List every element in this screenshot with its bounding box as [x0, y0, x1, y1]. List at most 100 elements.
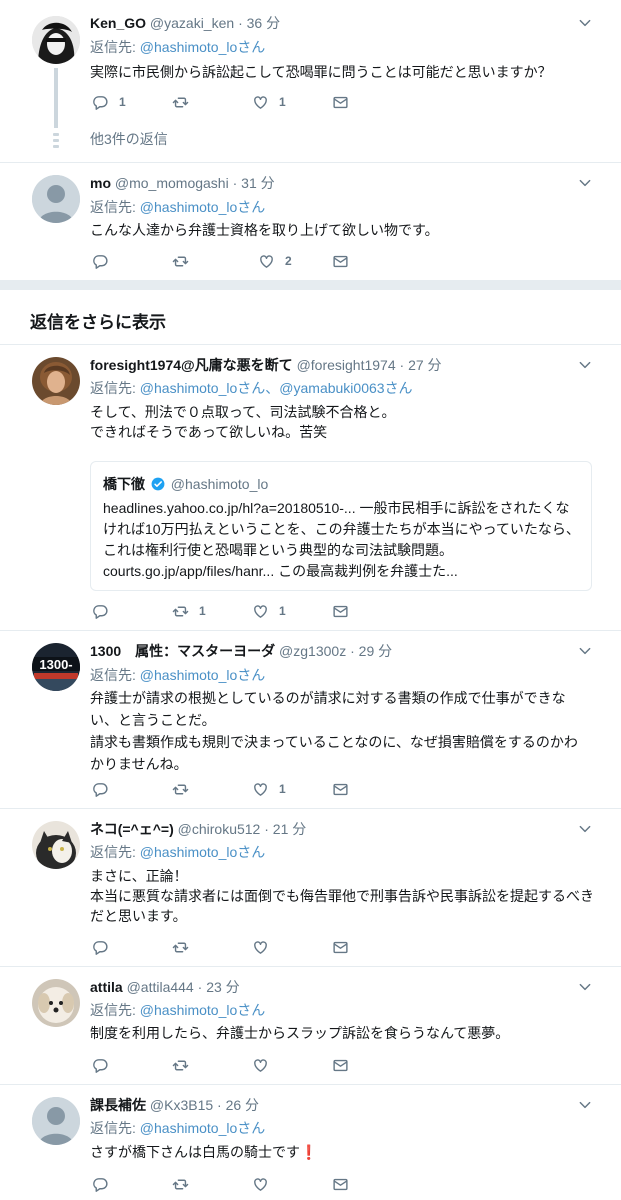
tweet-header: ネコ(=^ェ^=) @chiroku512 · 21 分 [90, 820, 306, 838]
reply-button[interactable] [92, 1056, 119, 1074]
reply-context-link[interactable]: @hashimoto_lo [140, 199, 238, 215]
user-handle[interactable]: @chiroku512 [178, 821, 261, 837]
avatar[interactable] [32, 16, 80, 64]
timestamp[interactable]: 31 分 [241, 175, 274, 191]
like-button[interactable]: 1 [252, 93, 286, 111]
reply-context-link[interactable]: @hashimoto_lo [140, 1120, 238, 1136]
reply-button[interactable] [92, 602, 119, 620]
tweet-item[interactable]: foresight1974@凡庸な悪を断て @foresight1974 · 2… [0, 345, 621, 629]
display-name[interactable]: mo [90, 175, 111, 191]
tweet-actions [92, 1175, 352, 1193]
dm-button[interactable] [332, 602, 349, 620]
retweet-button[interactable]: 1 [172, 602, 206, 620]
display-name[interactable]: attila [90, 979, 123, 995]
display-name[interactable]: 課長補佐 [90, 1097, 146, 1113]
reply-icon [92, 253, 109, 270]
avatar[interactable] [32, 357, 80, 405]
reply-context-link[interactable]: @hashimoto_lo [140, 1002, 238, 1018]
dm-button[interactable] [332, 1175, 349, 1193]
retweet-button[interactable] [172, 780, 199, 798]
like-count: 1 [279, 95, 286, 109]
avatar[interactable] [32, 1097, 80, 1145]
timestamp[interactable]: 23 分 [206, 979, 239, 995]
caret-down-icon[interactable] [578, 644, 592, 658]
like-button[interactable] [252, 1056, 279, 1074]
section-gap [0, 280, 621, 290]
quoted-tweet-header: 橋下徹 @hashimoto_lo [103, 474, 268, 494]
user-handle[interactable]: @mo_momogashi [115, 175, 229, 191]
show-more-replies-heading[interactable]: 返信をさらに表示 [30, 308, 166, 333]
user-handle[interactable]: @Kx3B15 [150, 1097, 213, 1113]
reply-context-link[interactable]: @hashimoto_lo [140, 39, 238, 55]
dm-button[interactable] [332, 938, 349, 956]
like-button[interactable]: 2 [258, 252, 292, 270]
reply-context-prefix: 返信先: [90, 380, 140, 396]
caret-down-icon[interactable] [578, 16, 592, 30]
user-handle[interactable]: @yazaki_ken [150, 15, 234, 31]
reply-context-link[interactable]: @hashimoto_lo [140, 667, 238, 683]
caret-down-icon[interactable] [578, 980, 592, 994]
tweet-item[interactable]: ネコ(=^ェ^=) @chiroku512 · 21 分 返信先: @hashi… [0, 809, 621, 965]
retweet-count: 1 [199, 604, 206, 618]
retweet-button[interactable] [172, 252, 199, 270]
tweet-item[interactable]: attila @attila444 · 23 分 返信先: @hashimoto… [0, 967, 621, 1083]
tweet-header: Ken_GO @yazaki_ken · 36 分 [90, 14, 280, 32]
reply-context-suffix: さん [237, 199, 266, 215]
avatar[interactable]: 1300- [32, 643, 80, 691]
retweet-button[interactable] [172, 1056, 199, 1074]
like-button[interactable] [252, 938, 279, 956]
reply-button[interactable] [92, 780, 119, 798]
display-name[interactable]: 1300 属性：マスターヨーダ [90, 643, 275, 659]
user-handle[interactable]: @foresight1974 [297, 357, 396, 373]
timestamp[interactable]: 21 分 [273, 821, 306, 837]
like-button[interactable]: 1 [252, 602, 286, 620]
reply-button[interactable] [92, 252, 119, 270]
display-name[interactable]: foresight1974@凡庸な悪を断て [90, 357, 293, 373]
reply-button[interactable]: 1 [92, 93, 126, 111]
avatar[interactable] [32, 979, 80, 1027]
reply-context-link-2[interactable]: @yamabuki0063 [279, 380, 384, 396]
reply-button[interactable] [92, 938, 119, 956]
timestamp[interactable]: 26 分 [226, 1097, 259, 1113]
reply-icon [92, 94, 109, 111]
more-replies-link[interactable]: 他3件の返信 [90, 129, 168, 149]
avatar[interactable] [32, 821, 80, 869]
like-button[interactable]: 1 [252, 780, 286, 798]
dm-button[interactable] [332, 93, 349, 111]
reply-context-link[interactable]: @hashimoto_lo [140, 380, 238, 396]
quoted-tweet[interactable]: 橋下徹 @hashimoto_lo headlines.yahoo.co.jp/… [90, 461, 592, 591]
user-handle[interactable]: @attila444 [127, 979, 194, 995]
display-name[interactable]: Ken_GO [90, 15, 146, 31]
like-button[interactable] [252, 1175, 279, 1193]
tweet-item[interactable]: 課長補佐 @Kx3B15 · 26 分 返信先: @hashimoto_loさん… [0, 1085, 621, 1200]
reply-button[interactable] [92, 1175, 119, 1193]
user-handle[interactable]: @zg1300z [279, 643, 346, 659]
caret-down-icon[interactable] [578, 176, 592, 190]
separator-dot: · [197, 979, 203, 995]
display-name[interactable]: ネコ(=^ェ^=) [90, 821, 174, 837]
tweet-item[interactable]: Ken_GO @yazaki_ken · 36 分 返信先: @hashimot… [0, 0, 621, 162]
caret-down-icon[interactable] [578, 1098, 592, 1112]
timestamp[interactable]: 27 分 [408, 357, 441, 373]
dm-button[interactable] [332, 252, 349, 270]
tweet-item[interactable]: 1300- 1300 属性：マスターヨーダ @zg1300z · 29 分 返信… [0, 631, 621, 807]
quoted-user-handle: @hashimoto_lo [170, 476, 269, 492]
retweet-button[interactable] [172, 1175, 199, 1193]
dm-button[interactable] [332, 1056, 349, 1074]
separator-dot: · [399, 357, 405, 373]
caret-down-icon[interactable] [578, 358, 592, 372]
reply-context-link[interactable]: @hashimoto_lo [140, 844, 238, 860]
dm-button[interactable] [332, 780, 349, 798]
timestamp[interactable]: 36 分 [247, 15, 280, 31]
timestamp[interactable]: 29 分 [359, 643, 392, 659]
reply-icon [92, 939, 109, 956]
tweet-actions: 1 1 [92, 602, 352, 620]
caret-down-icon[interactable] [578, 822, 592, 836]
retweet-button[interactable] [172, 938, 199, 956]
tweet-actions: 1 1 [92, 93, 352, 111]
reply-context-suffix: さん [237, 844, 266, 860]
reply-context-prefix: 返信先: [90, 199, 140, 215]
tweet-item[interactable]: mo @mo_momogashi · 31 分 返信先: @hashimoto_… [0, 163, 621, 280]
retweet-button[interactable] [172, 93, 199, 111]
avatar[interactable] [32, 175, 80, 223]
